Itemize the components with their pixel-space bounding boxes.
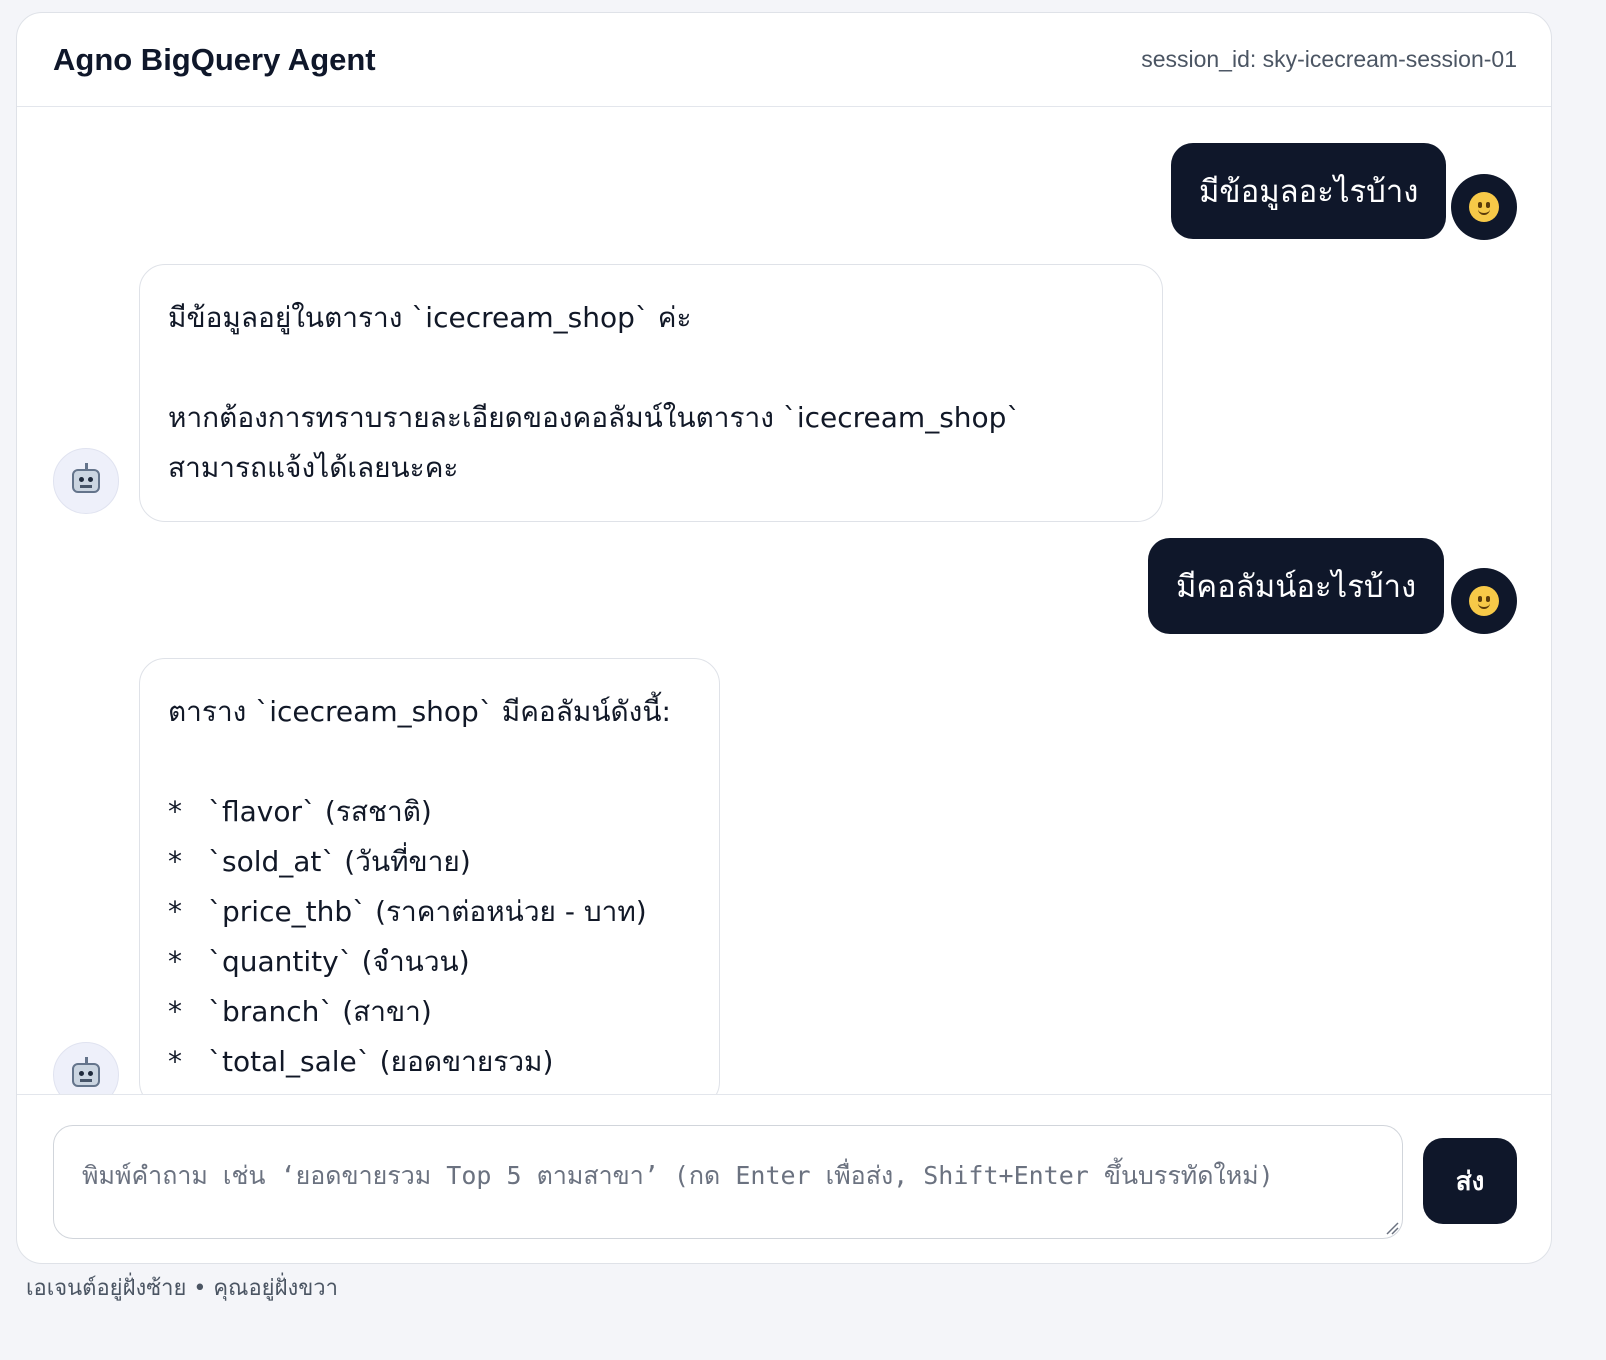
column-list-item: * `branch` (สาขา) <box>168 995 432 1028</box>
user-message: มีข้อมูลอะไรบ้าง <box>1171 143 1447 239</box>
column-list-item: * `total_sale` (ยอดขายรวม) <box>168 1045 554 1078</box>
column-list-item: * `sold_at` (วันที่ขาย) <box>168 845 471 878</box>
user-message: มีคอลัมน์อะไรบ้าง <box>1148 538 1445 634</box>
column-list-item: * `price_thb` (ราคาต่อหน่วย - บาท) <box>168 895 647 928</box>
agent-avatar <box>53 1042 119 1094</box>
agent-avatar <box>53 448 119 514</box>
robot-icon <box>72 1057 100 1087</box>
user-avatar <box>1451 174 1517 240</box>
agent-message: มีข้อมูลอยู่ในตาราง `icecream_shop` ค่ะ … <box>139 264 1163 522</box>
session-id-label: session_id: sky-icecream-session-01 <box>1141 46 1517 72</box>
smiley-face-icon <box>1469 586 1499 616</box>
message-input[interactable] <box>53 1125 1403 1239</box>
footer-note: เอเจนต์อยู่ฝั่งซ้าย • คุณอยู่ฝั่งขวา <box>26 1276 338 1301</box>
message-list[interactable]: มีข้อมูลอะไรบ้าง มีข้อมูลอยู่ในตาราง `ic… <box>17 108 1551 1094</box>
send-button[interactable]: ส่ง <box>1423 1138 1517 1224</box>
chat-header: Agno BigQuery Agent session_id: sky-icec… <box>17 13 1551 107</box>
smiley-face-icon <box>1469 192 1499 222</box>
agent-message-line: มีข้อมูลอยู่ในตาราง `icecream_shop` ค่ะ <box>168 301 692 334</box>
app-title: Agno BigQuery Agent <box>53 41 376 77</box>
user-avatar <box>1451 568 1517 634</box>
composer-bar: ส่ง <box>17 1094 1551 1263</box>
robot-icon <box>72 463 100 493</box>
column-list-item: * `quantity` (จำนวน) <box>168 945 470 978</box>
chat-card: Agno BigQuery Agent session_id: sky-icec… <box>16 12 1552 1264</box>
agent-message-line: หากต้องการทราบรายละเอียดของคอลัมน์ในตารา… <box>168 401 1021 434</box>
agent-message-line: สามารถแจ้งได้เลยนะคะ <box>168 451 459 484</box>
column-list-item: * `flavor` (รสชาติ) <box>168 795 432 828</box>
user-message-text: มีข้อมูลอะไรบ้าง <box>1199 174 1419 210</box>
agent-message-intro: ตาราง `icecream_shop` มีคอลัมน์ดังนี้: <box>168 695 671 728</box>
agent-message: ตาราง `icecream_shop` มีคอลัมน์ดังนี้: *… <box>139 658 720 1094</box>
resize-grip-icon[interactable] <box>1385 1221 1399 1235</box>
user-message-text: มีคอลัมน์อะไรบ้าง <box>1176 569 1417 605</box>
